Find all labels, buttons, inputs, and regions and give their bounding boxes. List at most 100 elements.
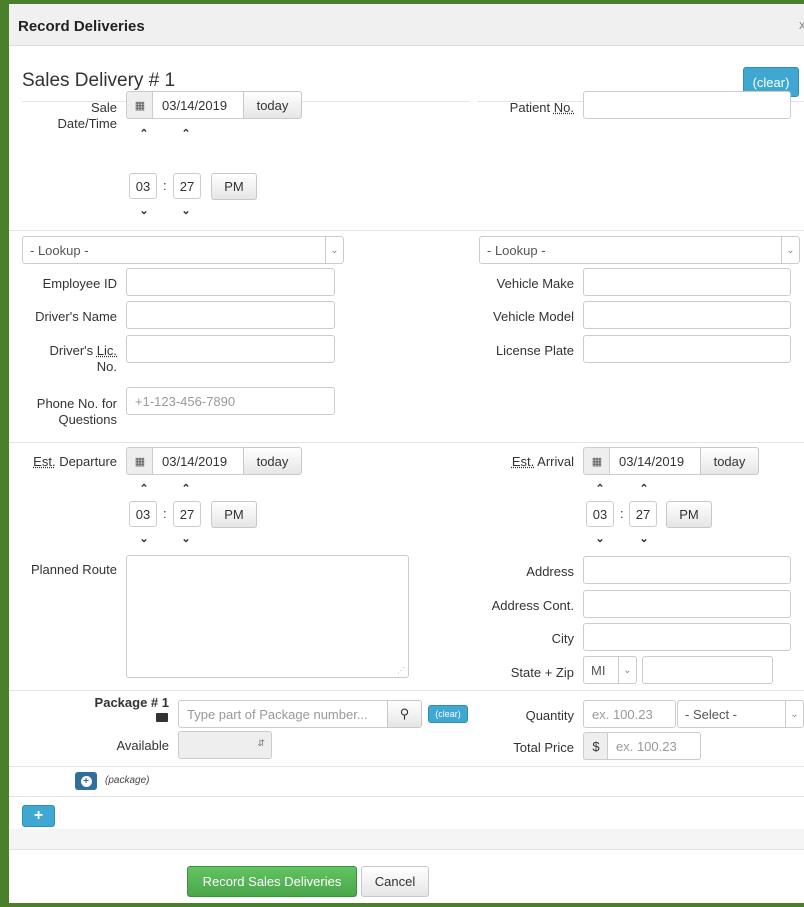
record-sales-deliveries-button[interactable]: Record Sales Deliveries bbox=[187, 866, 357, 897]
hour-up-icon[interactable]: ⌃ bbox=[136, 482, 152, 495]
planned-route-textarea[interactable]: ⋰ bbox=[126, 555, 409, 678]
calendar-icon[interactable]: ▦ bbox=[583, 447, 610, 475]
section-divider-3 bbox=[9, 690, 804, 691]
sale-datetime-label: Sale Date/Time bbox=[21, 100, 117, 132]
patient-no-input[interactable] bbox=[583, 91, 791, 119]
employee-id-input[interactable] bbox=[126, 268, 335, 296]
chevron-down-icon: ⌄ bbox=[781, 237, 799, 263]
minute-down-icon[interactable]: ⌄ bbox=[178, 204, 194, 217]
cancel-button[interactable]: Cancel bbox=[361, 866, 429, 897]
state-value: MI bbox=[591, 662, 606, 678]
zip-input[interactable] bbox=[642, 656, 773, 684]
minute-up-icon[interactable]: ⌃ bbox=[178, 127, 194, 140]
time-separator: : bbox=[163, 506, 167, 521]
driver-license-input[interactable] bbox=[126, 335, 335, 363]
state-select[interactable]: MI ⌄ bbox=[583, 656, 637, 684]
clear-package-button[interactable]: (clear) bbox=[428, 705, 468, 723]
address-label: Address bbox=[526, 564, 574, 579]
vehicle-make-input[interactable] bbox=[583, 268, 791, 296]
section-divider-5 bbox=[9, 796, 804, 797]
minute-down-icon[interactable]: ⌄ bbox=[178, 532, 194, 545]
add-delivery-button[interactable]: + bbox=[22, 805, 55, 827]
minute-up-icon[interactable]: ⌃ bbox=[178, 482, 194, 495]
sale-minute-input[interactable]: 27 bbox=[173, 173, 201, 199]
hour-up-icon[interactable]: ⌃ bbox=[592, 482, 608, 495]
departure-ampm-toggle[interactable]: PM bbox=[211, 501, 257, 528]
sale-today-button[interactable]: today bbox=[243, 91, 302, 119]
planned-route-label: Planned Route bbox=[30, 562, 117, 577]
calendar-icon[interactable]: ▦ bbox=[126, 91, 153, 119]
city-label: City bbox=[551, 631, 574, 646]
arrival-ampm-toggle[interactable]: PM bbox=[666, 501, 712, 528]
departure-minute-input[interactable]: 27 bbox=[173, 501, 201, 527]
quantity-input[interactable] bbox=[583, 700, 676, 728]
sale-date-input[interactable]: 03/14/2019 bbox=[152, 91, 244, 119]
arrival-today-button[interactable]: today bbox=[700, 447, 759, 475]
vehicle-lookup-select[interactable]: - Lookup - ⌄ bbox=[479, 236, 800, 264]
departure-label-text: Departure bbox=[55, 454, 117, 469]
arrival-minute-input[interactable]: 27 bbox=[629, 501, 657, 527]
sale-ampm-toggle[interactable]: PM bbox=[211, 173, 257, 200]
arrival-date-input[interactable]: 03/14/2019 bbox=[609, 447, 701, 475]
hour-up-icon[interactable]: ⌃ bbox=[136, 127, 152, 140]
driver-license-label: Driver's Lic. No. bbox=[21, 343, 118, 375]
form-footer-band bbox=[9, 829, 804, 849]
driver-license-label-no: No. bbox=[96, 359, 117, 374]
unit-of-measure-select[interactable]: - Select - ⌄ bbox=[677, 700, 804, 728]
close-icon[interactable]: x bbox=[799, 17, 804, 32]
hour-down-icon[interactable]: ⌄ bbox=[136, 532, 152, 545]
driver-license-label-abbr: Lic. bbox=[96, 343, 117, 358]
vehicle-model-label: Vehicle Model bbox=[493, 309, 574, 324]
minute-down-icon[interactable]: ⌄ bbox=[636, 532, 652, 545]
employee-lookup-select[interactable]: - Lookup - ⌄ bbox=[22, 236, 344, 264]
departure-today-button[interactable]: today bbox=[243, 447, 302, 475]
vehicle-model-input[interactable] bbox=[583, 301, 791, 329]
available-quantity-field: ⇵ bbox=[178, 731, 272, 759]
arrival-label-abbr: Est. bbox=[511, 454, 535, 469]
footer-divider bbox=[9, 849, 804, 850]
phone-input[interactable] bbox=[126, 387, 335, 415]
est-departure-label: Est. Departure bbox=[21, 454, 117, 470]
arrival-hour-input[interactable]: 03 bbox=[586, 501, 614, 527]
departure-hour-input[interactable]: 03 bbox=[129, 501, 157, 527]
calendar-icon[interactable]: ▦ bbox=[126, 447, 153, 475]
resize-grip-icon[interactable]: ⋰ bbox=[397, 666, 405, 675]
license-plate-input[interactable] bbox=[583, 335, 791, 363]
total-price-input[interactable] bbox=[607, 732, 701, 760]
plus-icon: + bbox=[33, 807, 44, 824]
driver-license-label-text: Driver's bbox=[49, 343, 97, 358]
patient-label-abbr: No. bbox=[553, 100, 574, 115]
patient-no-label: Patient No. bbox=[479, 100, 574, 116]
vehicle-lookup-value: - Lookup - bbox=[487, 242, 546, 258]
minute-up-icon[interactable]: ⌃ bbox=[636, 482, 652, 495]
unit-value: - Select - bbox=[685, 706, 738, 722]
comment-icon[interactable] bbox=[156, 713, 168, 722]
section-divider-2 bbox=[9, 442, 804, 443]
hour-down-icon[interactable]: ⌄ bbox=[592, 532, 608, 545]
plus-icon: + bbox=[80, 775, 92, 787]
departure-label-abbr: Est. bbox=[33, 454, 56, 469]
hour-down-icon[interactable]: ⌄ bbox=[136, 204, 152, 217]
address-input[interactable] bbox=[583, 556, 791, 584]
add-package-button[interactable]: + bbox=[75, 772, 97, 790]
departure-date-input[interactable]: 03/14/2019 bbox=[152, 447, 244, 475]
license-plate-label: License Plate bbox=[495, 343, 574, 358]
package-label: Package # 1 bbox=[94, 695, 169, 710]
arrival-label-text: Arrival bbox=[534, 454, 574, 469]
delivery-heading: Sales Delivery # 1 bbox=[22, 70, 176, 91]
phone-label-line2: Questions bbox=[58, 412, 117, 427]
modal-title: Record Deliveries bbox=[18, 18, 145, 35]
city-input[interactable] bbox=[583, 623, 791, 651]
add-package-label: (package) bbox=[105, 775, 150, 786]
quantity-label: Quantity bbox=[525, 708, 574, 723]
address-cont-label: Address Cont. bbox=[491, 598, 574, 613]
driver-name-input[interactable] bbox=[126, 301, 335, 329]
employee-lookup-value: - Lookup - bbox=[30, 242, 89, 258]
sale-hour-input[interactable]: 03 bbox=[129, 173, 157, 199]
phone-label: Phone No. for Questions bbox=[21, 396, 117, 428]
package-search-input[interactable] bbox=[178, 700, 388, 728]
address-cont-input[interactable] bbox=[583, 590, 791, 618]
search-icon[interactable]: ⚲ bbox=[387, 700, 422, 728]
sale-datetime-label-text: Sale Date/Time bbox=[57, 100, 117, 131]
chevron-down-icon: ⌄ bbox=[785, 701, 803, 727]
